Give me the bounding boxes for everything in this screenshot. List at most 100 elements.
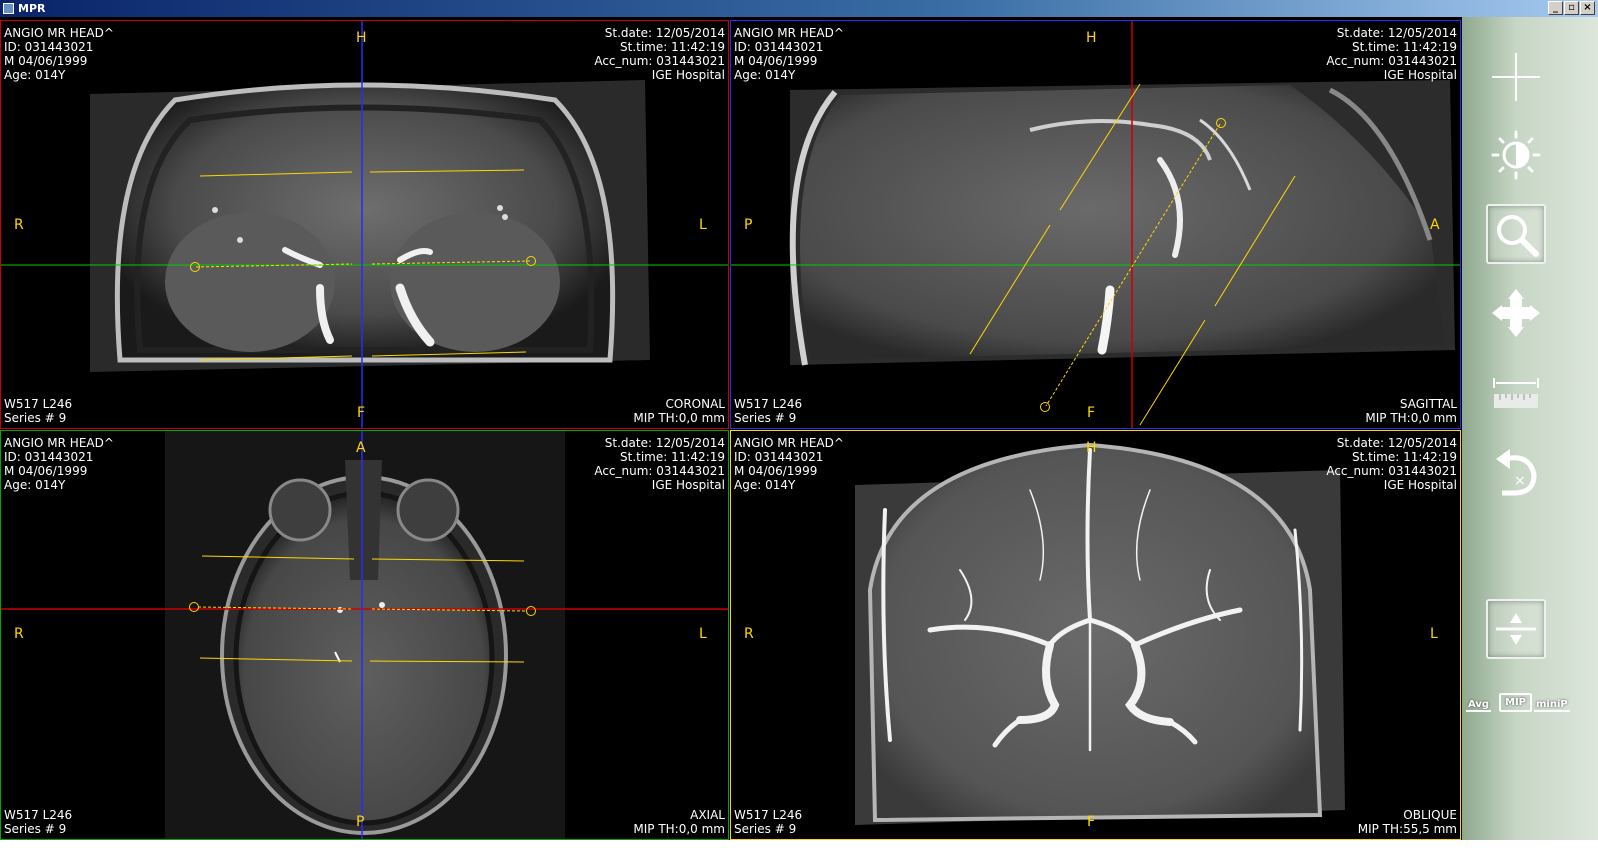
accession-number: Acc_num: 031443021: [1326, 54, 1457, 68]
orientation-right: L: [699, 626, 707, 642]
accession-number: Acc_num: 031443021: [594, 54, 725, 68]
patient-info: ANGIO MR HEAD^ ID: 031443021 M 04/06/1999 A…: [734, 436, 844, 492]
thickness-icon: [1496, 613, 1536, 645]
series-number: Series # 9: [4, 822, 67, 836]
study-date: St.date: 12/05/2014: [1336, 436, 1457, 450]
oblique-viewport[interactable]: ANGIO MR HEAD^ ID: 031443021 M 04/06/1999 A…: [730, 430, 1461, 840]
window-title: MPR: [18, 2, 46, 15]
crosshair-icon: [1492, 53, 1540, 101]
patient-info: ANGIO MR HEAD^ ID: 031443021 M 04/06/1999 A…: [4, 436, 114, 492]
zoom-icon: [1497, 215, 1539, 257]
study-info: St.date: 12/05/2014 St.time: 11:42:19 Acc_…: [1326, 26, 1457, 82]
patient-name: ANGIO MR HEAD^: [734, 436, 844, 450]
orientation-bottom: F: [357, 405, 366, 421]
orientation-right: L: [1430, 626, 1438, 642]
measure-icon: [1493, 378, 1539, 408]
crosshair-tool[interactable]: [1486, 47, 1546, 107]
study-time: St.time: 11:42:19: [1352, 450, 1457, 464]
patient-dob: M 04/06/1999: [4, 464, 88, 478]
study-info: St.date: 12/05/2014 St.time: 11:42:19 Acc_…: [594, 26, 725, 82]
patient-info: ANGIO MR HEAD^ ID: 031443021 M 04/06/1999 A…: [734, 26, 844, 82]
orientation-top: H: [1086, 440, 1097, 456]
plane-info: OBLIQUE MIP TH:55,5 mm: [1358, 808, 1457, 836]
study-info: St.date: 12/05/2014 St.time: 11:42:19 Acc_…: [1326, 436, 1457, 492]
window-level-info: W517 L246 Series # 9: [734, 808, 802, 836]
pan-tool[interactable]: [1486, 283, 1546, 343]
window-level: W517 L246: [734, 808, 803, 822]
series-number: Series # 9: [4, 411, 67, 425]
study-time: St.time: 11:42:19: [620, 40, 725, 54]
plane-name: SAGITTAL: [1399, 397, 1457, 411]
minip-mode-button[interactable]: miniP: [1534, 699, 1570, 712]
plane-name: OBLIQUE: [1403, 808, 1457, 822]
orientation-left: P: [744, 217, 753, 233]
hospital-name: IGE Hospital: [651, 478, 725, 492]
plane-info: AXIAL MIP TH:0,0 mm: [633, 808, 725, 836]
study-date: St.date: 12/05/2014: [1336, 26, 1457, 40]
window-level: W517 L246: [4, 808, 73, 822]
orientation-left: R: [14, 217, 24, 233]
mip-thickness: MIP TH:0,0 mm: [633, 822, 725, 836]
sagittal-viewport[interactable]: ANGIO MR HEAD^ ID: 031443021 M 04/06/1999 A…: [730, 20, 1461, 429]
orientation-right: A: [1430, 217, 1440, 233]
orientation-bottom: F: [1087, 814, 1096, 830]
orientation-bottom: F: [1087, 405, 1096, 421]
series-number: Series # 9: [734, 822, 797, 836]
plane-info: SAGITTAL MIP TH:0,0 mm: [1365, 397, 1457, 425]
patient-age: Age: 014Y: [734, 68, 796, 82]
window-level-info: W517 L246 Series # 9: [4, 397, 72, 425]
svg-text:×: ×: [1514, 473, 1526, 489]
window-level: W517 L246: [4, 397, 73, 411]
study-time: St.time: 11:42:19: [1352, 40, 1457, 54]
plane-info: CORONAL MIP TH:0,0 mm: [633, 397, 725, 425]
avg-mode-button[interactable]: Avg: [1466, 699, 1492, 712]
patient-name: ANGIO MR HEAD^: [4, 436, 114, 450]
window-level: W517 L246: [734, 397, 803, 411]
patient-dob: M 04/06/1999: [734, 464, 818, 478]
mip-mode-button[interactable]: MIP: [1499, 693, 1533, 712]
orientation-left: R: [14, 626, 24, 642]
window-level-info: W517 L246 Series # 9: [4, 808, 72, 836]
orientation-right: L: [699, 217, 707, 233]
window-level-icon: [1491, 130, 1541, 180]
axial-viewport[interactable]: ANGIO MR HEAD^ ID: 031443021 M 04/06/1999 A…: [0, 430, 729, 840]
plane-name: AXIAL: [690, 808, 725, 822]
measure-tool[interactable]: [1486, 362, 1546, 422]
app-icon: [3, 3, 14, 14]
patient-id: ID: 031443021: [4, 450, 94, 464]
study-info: St.date: 12/05/2014 St.time: 11:42:19 Acc_…: [594, 436, 725, 492]
orientation-top: H: [356, 30, 367, 46]
coronal-viewport[interactable]: ANGIO MR HEAD^ ID: 031443021 M 04/06/1999 A…: [0, 20, 729, 429]
slab-thickness-tool[interactable]: [1486, 599, 1546, 659]
patient-name: ANGIO MR HEAD^: [734, 26, 844, 40]
tool-panel: × Avg MIP miniP: [1462, 17, 1598, 840]
hospital-name: IGE Hospital: [1383, 68, 1457, 82]
mip-thickness: MIP TH:55,5 mm: [1357, 822, 1457, 836]
patient-age: Age: 014Y: [4, 68, 66, 82]
close-button[interactable]: ×: [1580, 1, 1595, 15]
patient-id: ID: 031443021: [4, 40, 94, 54]
reset-icon: ×: [1496, 449, 1537, 496]
minimize-button[interactable]: _: [1548, 1, 1563, 15]
accession-number: Acc_num: 031443021: [1326, 464, 1457, 478]
mpr-window: MPR _ ▫ × ANGIO MR HEAD^ ID: 031443021 M…: [0, 0, 1598, 857]
orientation-top: H: [1086, 30, 1097, 46]
zoom-tool[interactable]: [1486, 204, 1546, 264]
patient-dob: M 04/06/1999: [734, 54, 818, 68]
patient-name: ANGIO MR HEAD^: [4, 26, 114, 40]
window-level-tool[interactable]: [1486, 125, 1546, 185]
title-bar: MPR _ ▫ ×: [0, 0, 1598, 17]
reset-tool[interactable]: ×: [1486, 441, 1546, 501]
orientation-left: R: [744, 626, 754, 642]
restore-button[interactable]: ▫: [1564, 1, 1579, 15]
patient-age: Age: 014Y: [4, 478, 66, 492]
patient-age: Age: 014Y: [734, 478, 796, 492]
window-level-info: W517 L246 Series # 9: [734, 397, 802, 425]
orientation-top: A: [356, 440, 366, 456]
study-date: St.date: 12/05/2014: [604, 26, 725, 40]
hospital-name: IGE Hospital: [1383, 478, 1457, 492]
status-bar: [0, 840, 1598, 857]
mip-thickness: MIP TH:0,0 mm: [1365, 411, 1457, 425]
pan-icon: [1492, 289, 1540, 337]
orientation-bottom: P: [356, 814, 365, 830]
